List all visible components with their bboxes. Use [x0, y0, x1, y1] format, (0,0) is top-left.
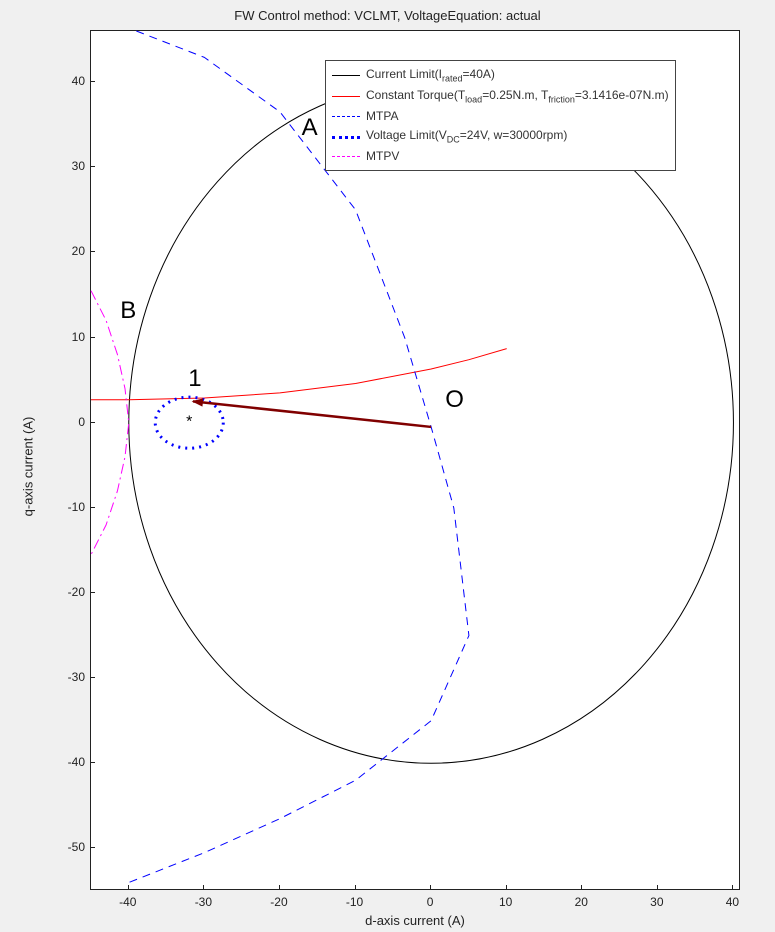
y-tick-mark [90, 166, 95, 167]
y-tick-label: -10 [45, 500, 85, 514]
x-tick-mark [279, 885, 280, 890]
legend-item: Current Limit(Irated=40A) [332, 65, 669, 86]
y-tick-mark [90, 251, 95, 252]
page-title: FW Control method: VCLMT, VoltageEquatio… [0, 8, 775, 23]
x-tick-label: 0 [427, 895, 434, 909]
annotation-A: A [302, 114, 318, 142]
x-axis-label: d-axis current (A) [90, 913, 740, 928]
series-mtpv [91, 291, 129, 555]
y-tick-label: 10 [45, 330, 85, 344]
y-tick-mark [90, 677, 95, 678]
y-tick-mark [90, 507, 95, 508]
legend-item: Voltage Limit(VDC=24V, w=30000rpm) [332, 126, 669, 147]
legend-swatch-icon [332, 109, 360, 123]
x-tick-mark [581, 885, 582, 890]
legend-item: Constant Torque(Tload=0.25N.m, Tfriction… [332, 86, 669, 107]
x-tick-label: -20 [270, 895, 287, 909]
x-tick-mark [506, 885, 507, 890]
y-tick-label: 30 [45, 159, 85, 173]
legend-swatch-icon [332, 149, 360, 163]
x-tick-label: 10 [499, 895, 512, 909]
x-tick-mark [657, 885, 658, 890]
y-axis-label: q-axis current (A) [18, 0, 38, 932]
x-tick-label: 20 [575, 895, 588, 909]
marker-star: * [186, 414, 192, 431]
legend-swatch-icon [332, 89, 360, 103]
annotation-O: O [445, 386, 464, 414]
x-tick-label: -30 [195, 895, 212, 909]
legend-label: MTPA [366, 107, 398, 126]
figure: FW Control method: VCLMT, VoltageEquatio… [0, 0, 775, 932]
series-trajectory [193, 401, 431, 427]
legend-swatch-icon [332, 68, 360, 82]
y-tick-label: 20 [45, 244, 85, 258]
series-current-limit [129, 82, 734, 763]
legend-label: MTPV [366, 147, 399, 166]
x-tick-mark [203, 885, 204, 890]
legend-item: MTPA [332, 107, 669, 126]
y-tick-label: -30 [45, 670, 85, 684]
y-tick-mark [90, 81, 95, 82]
legend-label: Voltage Limit(VDC=24V, w=30000rpm) [366, 126, 567, 147]
y-tick-mark [90, 847, 95, 848]
legend-item: MTPV [332, 147, 669, 166]
annotation-1: 1 [188, 365, 201, 393]
x-tick-mark [732, 885, 733, 890]
y-tick-label: -40 [45, 755, 85, 769]
x-tick-mark [430, 885, 431, 890]
legend-swatch-icon [332, 129, 360, 143]
x-tick-label: 30 [650, 895, 663, 909]
trajectory-arrowhead-icon [193, 399, 203, 406]
y-tick-mark [90, 422, 95, 423]
legend-label: Current Limit(Irated=40A) [366, 65, 495, 86]
x-tick-label: -10 [346, 895, 363, 909]
x-tick-label: -40 [119, 895, 136, 909]
y-tick-mark [90, 592, 95, 593]
y-tick-mark [90, 337, 95, 338]
legend-label: Constant Torque(Tload=0.25N.m, Tfriction… [366, 86, 669, 107]
annotation-B: B [120, 297, 136, 325]
x-tick-mark [355, 885, 356, 890]
y-tick-label: 40 [45, 74, 85, 88]
y-tick-label: 0 [45, 415, 85, 429]
x-tick-label: 40 [726, 895, 739, 909]
y-tick-label: -20 [45, 585, 85, 599]
y-tick-label: -50 [45, 840, 85, 854]
x-tick-mark [128, 885, 129, 890]
legend: Current Limit(Irated=40A)Constant Torque… [325, 60, 676, 171]
y-tick-mark [90, 762, 95, 763]
